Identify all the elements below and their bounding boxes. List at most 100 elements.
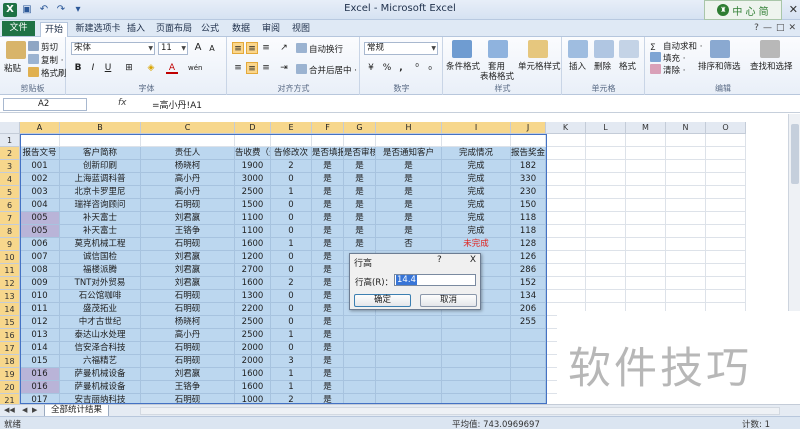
help-icon[interactable]: ? (754, 23, 759, 33)
tab-review[interactable]: 审阅 (261, 22, 281, 37)
table-cell[interactable]: 是 (312, 368, 344, 381)
table-cell[interactable] (706, 134, 746, 147)
table-cell[interactable] (626, 264, 666, 277)
table-cell[interactable]: 128 (511, 238, 546, 251)
font-name-combo[interactable]: 宋体 ▼ (71, 42, 155, 55)
table-cell[interactable]: 330 (511, 173, 546, 186)
table-cell[interactable]: 2500 (235, 186, 271, 199)
table-cell[interactable] (546, 264, 586, 277)
table-cell[interactable] (511, 342, 546, 355)
table-cell[interactable] (626, 290, 666, 303)
table-cell[interactable] (586, 186, 626, 199)
table-cell[interactable] (235, 134, 271, 147)
row-header[interactable]: 21 (0, 394, 20, 404)
table-cell[interactable]: 1500 (235, 199, 271, 212)
table-cell[interactable]: 006 (20, 238, 60, 251)
table-cell[interactable] (626, 186, 666, 199)
conditional-format-button[interactable]: 条件格式 (446, 60, 480, 72)
table-cell[interactable] (344, 368, 376, 381)
fill-button[interactable]: 填充 · (650, 52, 685, 64)
table-cell[interactable] (344, 394, 376, 404)
row-header[interactable]: 3 (0, 160, 20, 173)
find-select-button[interactable]: 查找和选择 (750, 60, 793, 72)
table-cell[interactable] (586, 147, 626, 160)
table-cell[interactable]: 255 (511, 316, 546, 329)
table-cell[interactable]: 是 (376, 173, 442, 186)
table-cell[interactable] (546, 225, 586, 238)
table-cell[interactable] (706, 147, 746, 160)
table-cell[interactable] (586, 199, 626, 212)
table-cell[interactable]: 刘君嬴 (141, 251, 235, 264)
formula-input[interactable]: =高小丹!A1 (152, 98, 202, 111)
table-cell[interactable] (626, 160, 666, 173)
format-painter-button[interactable]: 格式刷 (28, 67, 67, 79)
table-cell[interactable] (666, 290, 706, 303)
table-cell[interactable]: 2200 (235, 303, 271, 316)
table-cell[interactable]: 是 (312, 394, 344, 404)
table-cell[interactable]: 是 (376, 186, 442, 199)
table-cell[interactable]: 高小丹 (141, 186, 235, 199)
table-cell[interactable]: 完成 (442, 186, 511, 199)
row-header[interactable]: 2 (0, 147, 20, 160)
table-cell[interactable] (344, 134, 376, 147)
table-cell[interactable]: 1600 (235, 277, 271, 290)
table-cell[interactable]: 1900 (235, 160, 271, 173)
table-cell[interactable]: 182 (511, 160, 546, 173)
table-cell[interactable]: 是 (312, 264, 344, 277)
column-header-j[interactable]: J (511, 122, 546, 134)
table-cell[interactable]: 完成 (442, 173, 511, 186)
table-cell[interactable]: 3 (271, 355, 312, 368)
number-format-combo[interactable]: 常规 ▼ (364, 42, 438, 55)
phonetic-button[interactable]: wén (188, 62, 202, 74)
table-cell[interactable] (546, 212, 586, 225)
table-cell[interactable] (626, 238, 666, 251)
table-cell[interactable]: 石明砚 (141, 342, 235, 355)
table-cell[interactable] (666, 147, 706, 160)
column-header-d[interactable]: D (235, 122, 271, 134)
grow-font-button[interactable]: A (192, 42, 204, 54)
table-cell[interactable] (546, 238, 586, 251)
row-header[interactable]: 9 (0, 238, 20, 251)
table-cell[interactable] (344, 355, 376, 368)
close-icon[interactable]: X (470, 255, 476, 265)
table-cell[interactable] (442, 134, 511, 147)
paste-icon[interactable] (6, 41, 26, 59)
column-title-cell[interactable]: 是否通知客户 (376, 147, 442, 160)
table-cell[interactable]: 高小丹 (141, 329, 235, 342)
table-cell[interactable]: 1 (271, 329, 312, 342)
table-cell[interactable]: 萨曼机械设备 (60, 381, 141, 394)
table-cell[interactable]: 0 (271, 225, 312, 238)
table-cell[interactable]: 011 (20, 303, 60, 316)
row-header[interactable]: 19 (0, 368, 20, 381)
column-header-g[interactable]: G (344, 122, 376, 134)
table-cell[interactable] (376, 381, 442, 394)
column-title-cell[interactable]: 报告奖金 (511, 147, 546, 160)
row-header[interactable]: 8 (0, 225, 20, 238)
table-cell[interactable]: 是 (344, 199, 376, 212)
table-cell[interactable]: 126 (511, 251, 546, 264)
italic-button[interactable]: I (87, 62, 99, 74)
restore-icon[interactable]: □ (776, 23, 785, 33)
first-sheet-icon[interactable]: ◀◀ (4, 406, 15, 414)
table-cell[interactable] (376, 329, 442, 342)
table-cell[interactable]: 是 (312, 212, 344, 225)
table-cell[interactable]: 2 (271, 277, 312, 290)
table-cell[interactable]: 王铬争 (141, 225, 235, 238)
table-cell[interactable]: 未完成 (442, 238, 511, 251)
table-cell[interactable] (706, 186, 746, 199)
row-header[interactable]: 18 (0, 355, 20, 368)
find-icon[interactable] (760, 40, 780, 58)
table-cell[interactable] (442, 381, 511, 394)
table-cell[interactable] (706, 199, 746, 212)
table-cell[interactable] (626, 199, 666, 212)
column-title-cell[interactable]: 是否审核 (344, 147, 376, 160)
table-cell[interactable]: 是 (312, 225, 344, 238)
table-cell[interactable] (666, 160, 706, 173)
column-title-cell[interactable]: 告修改次 (271, 147, 312, 160)
table-cell[interactable]: 创新印刷 (60, 160, 141, 173)
table-cell[interactable]: 003 (20, 186, 60, 199)
table-cell[interactable]: 萨曼机械设备 (60, 368, 141, 381)
table-cell[interactable] (666, 264, 706, 277)
align-middle-icon[interactable]: ≡ (246, 42, 258, 54)
table-cell[interactable] (511, 134, 546, 147)
